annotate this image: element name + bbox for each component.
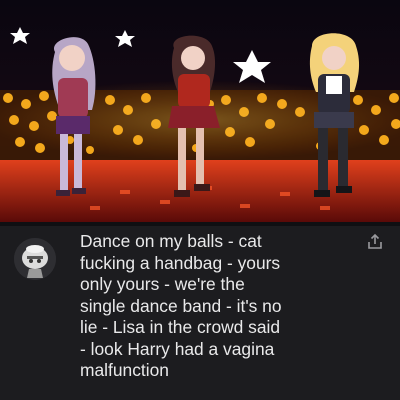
avatar-icon	[14, 238, 56, 280]
video-frame[interactable]	[0, 0, 400, 226]
share-icon[interactable]	[366, 233, 384, 251]
video-scene	[0, 27, 400, 222]
share-glyph	[368, 233, 382, 249]
cartoon-character-avatar[interactable]	[14, 238, 56, 280]
comment-text: Dance on my balls - cat fucking a handba…	[80, 231, 282, 380]
